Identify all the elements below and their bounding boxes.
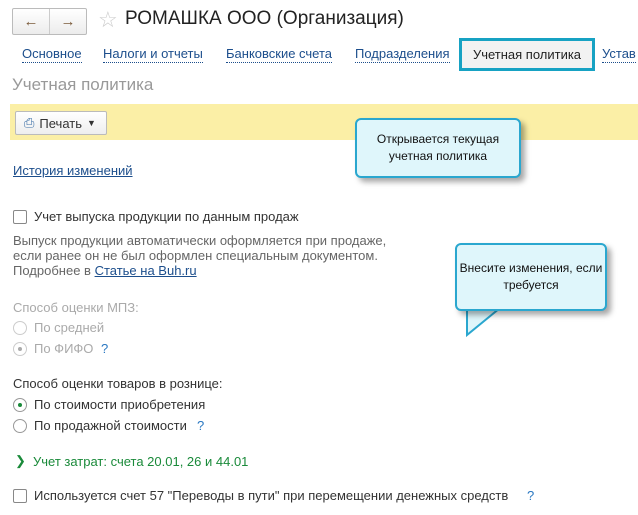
tab-departments[interactable]: Подразделения [355, 46, 450, 63]
mpz-fifo-radio[interactable] [13, 342, 27, 356]
mpz-label: Способ оценки МПЗ: [13, 300, 139, 315]
tab-charter[interactable]: Устав [602, 46, 636, 63]
favorite-star-icon[interactable]: ☆ [98, 7, 118, 33]
mpz-average-label: По средней [34, 320, 105, 335]
tab-accounting-policy[interactable]: Учетная политика [459, 38, 595, 71]
production-checkbox-label: Учет выпуска продукции по данным продаж [34, 209, 299, 224]
retail-purchase-label: По стоимости приобретения [34, 397, 206, 412]
forward-button[interactable]: → [50, 9, 86, 34]
retail-purchase-radio[interactable] [13, 398, 27, 412]
retail-sale-radio[interactable] [13, 419, 27, 433]
tab-main[interactable]: Основное [22, 46, 82, 63]
retail-label: Способ оценки товаров в рознице: [13, 376, 223, 391]
account57-checkbox-label: Используется счет 57 "Переводы в пути" п… [34, 488, 509, 503]
buh-article-link[interactable]: Статье на Buh.ru [95, 263, 197, 278]
costs-group-link[interactable]: Учет затрат: счета 20.01, 26 и 44.01 [33, 454, 248, 469]
help-icon[interactable]: ? [527, 488, 534, 503]
tab-taxes[interactable]: Налоги и отчеты [103, 46, 203, 63]
tab-bank-accounts[interactable]: Банковские счета [226, 46, 333, 63]
retail-sale-label: По продажной стоимости [34, 418, 187, 433]
production-checkbox[interactable] [13, 210, 27, 224]
callout-current-policy: Открывается текущая учетная политика [355, 118, 521, 178]
section-title: Учетная политика [12, 75, 154, 94]
printer-icon: ⎙ [24, 115, 35, 130]
mpz-fifo-label: По ФИФО [34, 341, 94, 356]
window-title: РОМАШКА ООО (Организация) [125, 8, 404, 29]
callout-make-changes: Внесите изменения, если требуется [455, 243, 607, 311]
back-button[interactable]: ← [13, 9, 50, 34]
print-button[interactable]: ⎙ Печать ▼ [15, 111, 107, 135]
description: Выпуск продукции автоматически оформляет… [13, 233, 387, 278]
chevron-right-icon[interactable]: ❯ [15, 453, 26, 469]
history-link[interactable]: История изменений [13, 163, 133, 178]
help-icon[interactable]: ? [101, 341, 108, 356]
dropdown-arrow-icon: ▼ [87, 118, 96, 128]
navigation-buttons: ← → [12, 8, 87, 35]
account57-checkbox[interactable] [13, 489, 27, 503]
help-icon[interactable]: ? [197, 418, 204, 433]
mpz-average-radio[interactable] [13, 321, 27, 335]
